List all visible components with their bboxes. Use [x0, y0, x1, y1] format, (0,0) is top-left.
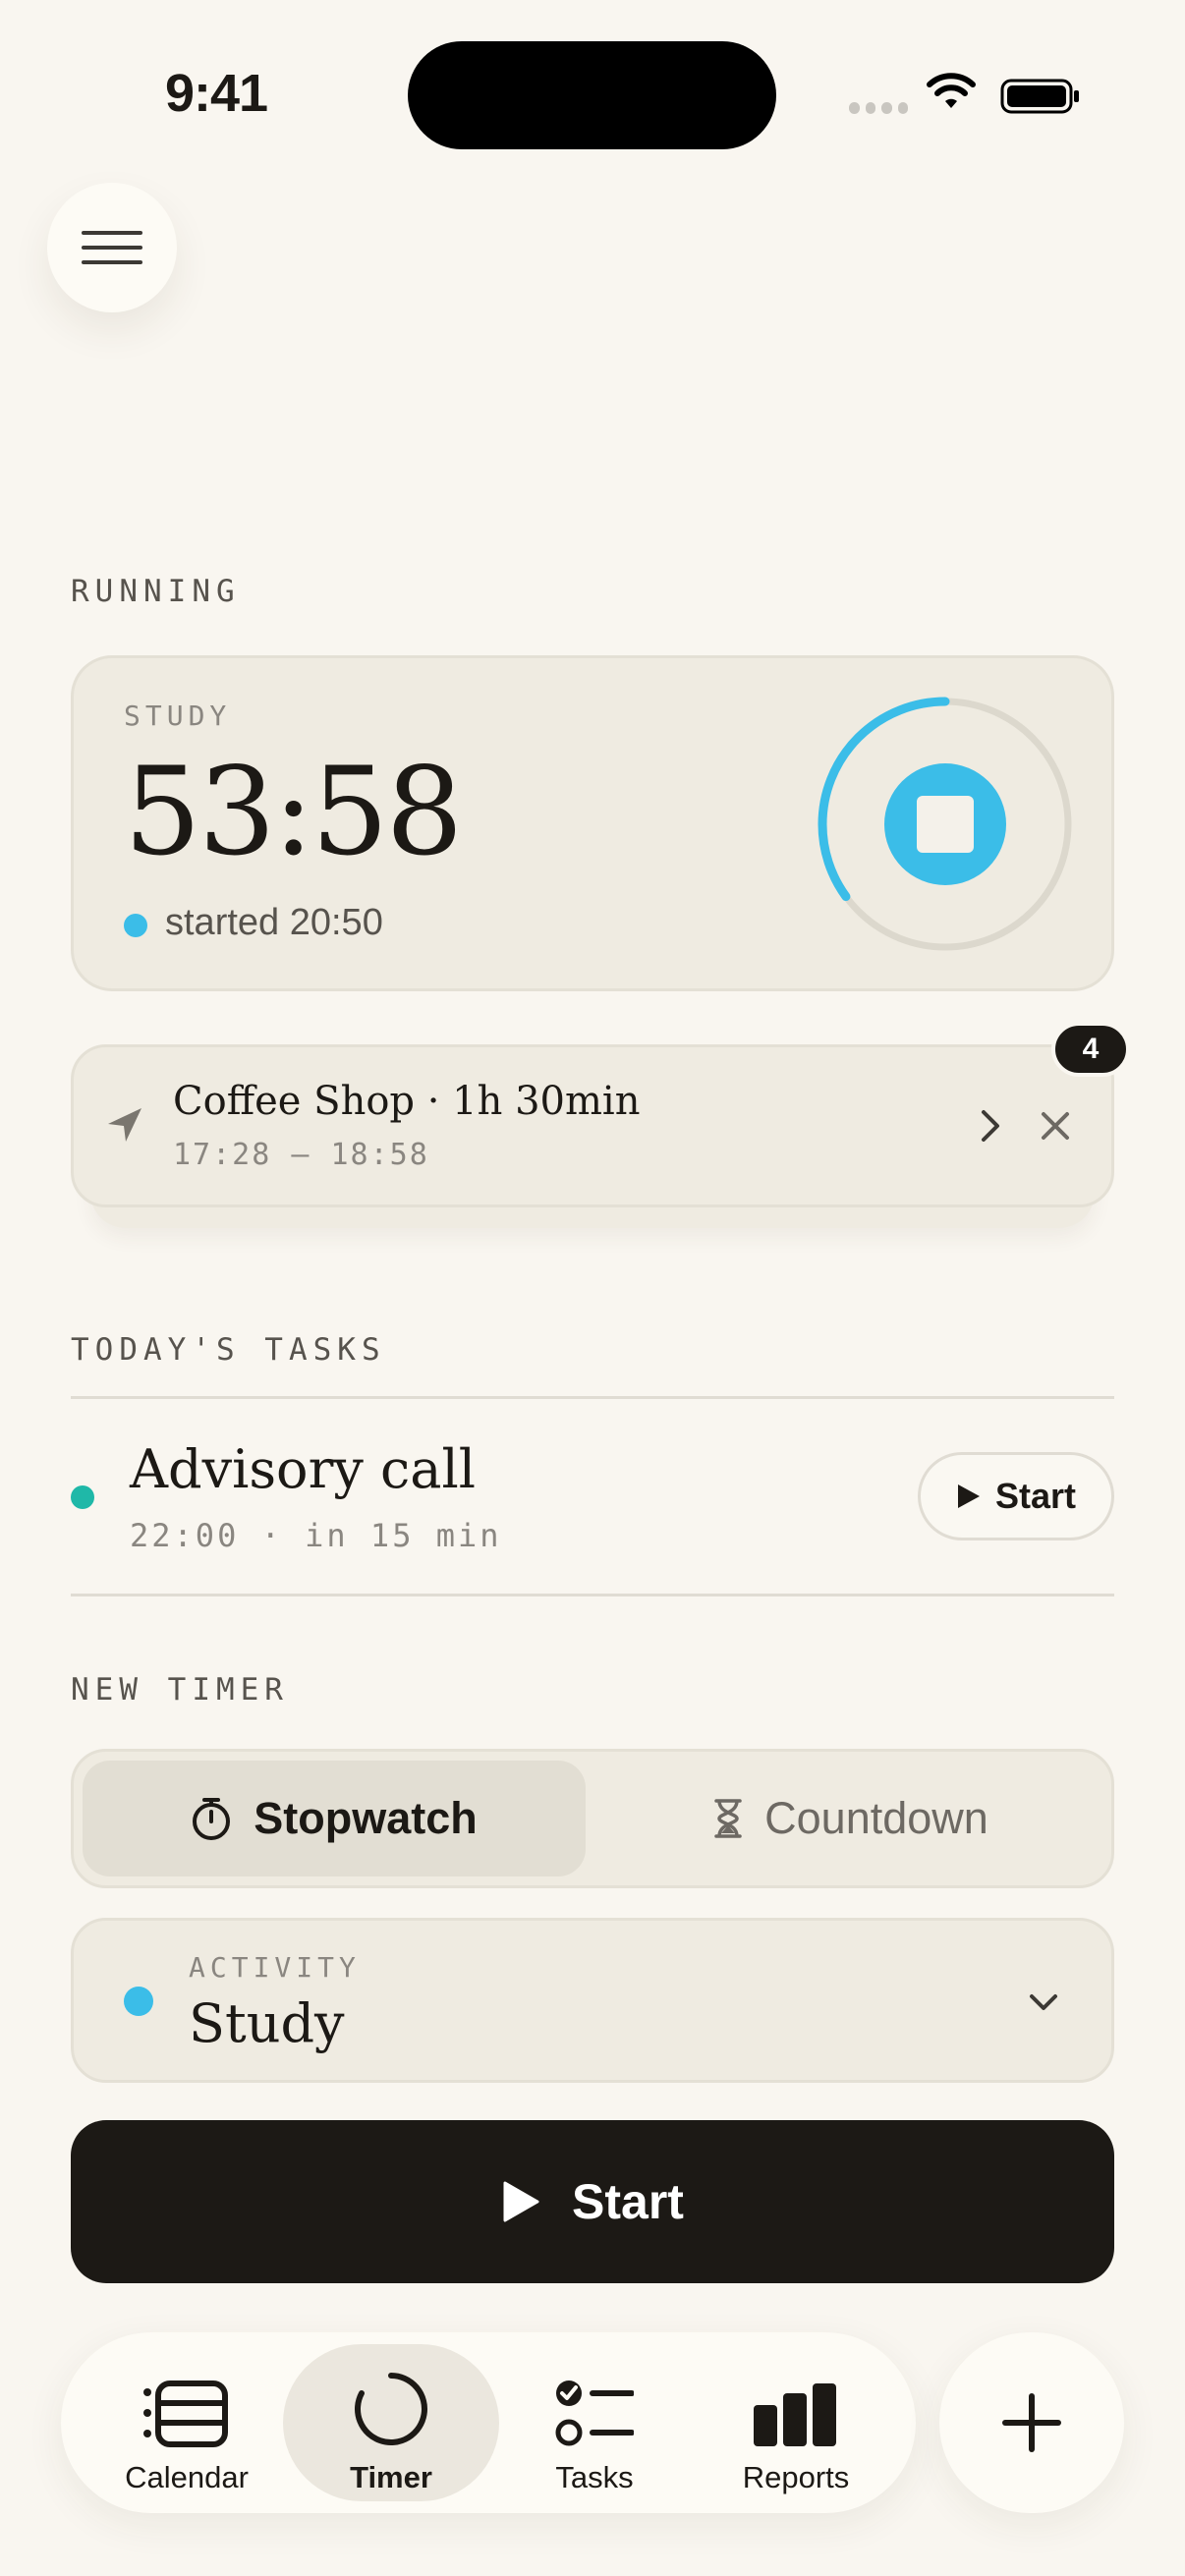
divider — [71, 1396, 1114, 1399]
tab-timer-label: Timer — [350, 2460, 432, 2494]
close-icon[interactable] — [1036, 1106, 1075, 1146]
chevron-down-icon — [1030, 1994, 1057, 2010]
task-start-label: Start — [994, 1476, 1077, 1516]
battery-icon — [1000, 79, 1079, 114]
menu-button[interactable] — [47, 183, 177, 312]
stop-icon — [917, 796, 974, 853]
start-timer-label: Start — [572, 2174, 684, 2229]
wifi-icon — [927, 73, 976, 108]
start-timer-button[interactable]: Start — [71, 2120, 1114, 2283]
tasks-section-label: TODAY'S TASKS — [71, 1332, 386, 1368]
suggestion-time-range: 17:28 — 18:58 — [173, 1138, 429, 1172]
segment-countdown-label: Countdown — [764, 1793, 988, 1843]
chevron-right-icon[interactable] — [971, 1106, 1010, 1146]
status-time: 9:41 — [165, 64, 268, 123]
divider — [71, 1594, 1114, 1596]
suggestion-count-badge: 4 — [1051, 1022, 1130, 1077]
running-started-time: started 20:50 — [165, 902, 383, 943]
running-section-label: RUNNING — [71, 574, 241, 609]
add-button[interactable] — [939, 2332, 1124, 2513]
reports-icon — [754, 2383, 836, 2446]
tab-calendar-label: Calendar — [125, 2460, 249, 2494]
new-timer-section-label: NEW TIMER — [71, 1672, 289, 1708]
task-title: Advisory call — [130, 1438, 477, 1500]
tab-calendar[interactable]: Calendar — [106, 2358, 267, 2495]
tab-tasks-label: Tasks — [555, 2460, 634, 2494]
stopwatch-icon — [193, 1798, 231, 1840]
task-color-dot — [71, 1485, 94, 1509]
hourglass-icon — [714, 1799, 742, 1838]
task-start-button[interactable]: Start — [918, 1452, 1114, 1540]
running-category: STUDY — [124, 700, 232, 732]
timer-icon — [355, 2373, 427, 2445]
running-elapsed-time: 53:58 — [124, 742, 463, 883]
calendar-icon — [143, 2380, 228, 2447]
tasks-icon — [555, 2380, 634, 2446]
stop-timer-button[interactable] — [816, 695, 1075, 954]
plus-icon — [1002, 2393, 1061, 2452]
suggestion-card[interactable] — [71, 1044, 1114, 1207]
tab-reports-label: Reports — [742, 2460, 850, 2494]
cellular-signal-icon — [849, 102, 908, 116]
play-icon — [957, 1484, 980, 1508]
activity-color-dot — [124, 1987, 153, 2016]
suggestion-title: Coffee Shop · 1h 30min — [173, 1079, 641, 1124]
segment-countdown[interactable]: Countdown — [599, 1761, 1102, 1876]
segment-stopwatch-label: Stopwatch — [254, 1793, 478, 1843]
tab-tasks[interactable]: Tasks — [511, 2358, 678, 2495]
task-meta: 22:00 · in 15 min — [130, 1517, 502, 1554]
tab-timer[interactable]: Timer — [295, 2358, 487, 2495]
play-icon — [503, 2181, 539, 2222]
hamburger-icon — [82, 231, 142, 264]
activity-value: Study — [189, 1992, 345, 2054]
navigation-arrow-icon — [108, 1108, 141, 1142]
segment-stopwatch[interactable]: Stopwatch — [83, 1761, 586, 1876]
running-category-dot — [124, 914, 147, 937]
activity-label: ACTIVITY — [189, 1951, 361, 1984]
tab-reports[interactable]: Reports — [717, 2358, 875, 2495]
dynamic-island — [408, 41, 776, 149]
